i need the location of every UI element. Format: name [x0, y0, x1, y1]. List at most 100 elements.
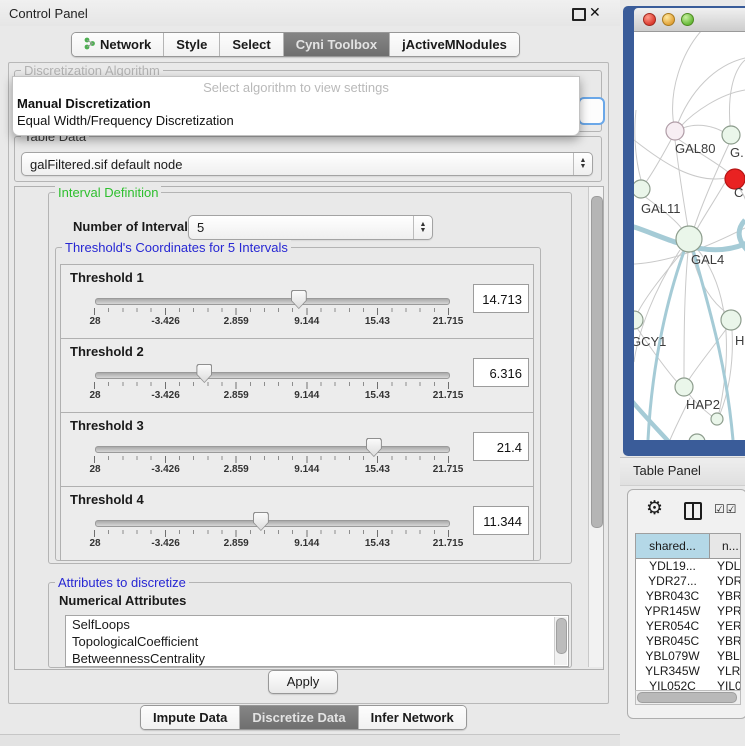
node-label: GAL4 [691, 252, 724, 267]
apply-button[interactable]: Apply [268, 670, 338, 694]
algorithm-dropdown-popup: Select algorithm to view settings Manual… [12, 76, 580, 136]
network-canvas[interactable]: GAL80 G. C GAL11 GAL4 GCY1 H HAP2 [634, 32, 745, 440]
network-node[interactable] [634, 180, 650, 198]
tab[interactable]: Cyni Toolbox [284, 33, 390, 56]
list-item[interactable]: SelfLoops [66, 616, 568, 633]
threshold-slider[interactable] [95, 298, 450, 305]
threshold-panel: Threshold 1 -3.4262.8599.14415.4321.7152… [60, 264, 534, 339]
gear-icon[interactable]: ⚙ [646, 497, 663, 520]
list-scrollbar-thumb[interactable] [556, 618, 567, 654]
table-panel-title: Table Panel [633, 463, 701, 478]
minimize-traffic-light-icon[interactable] [662, 13, 675, 26]
float-window-icon[interactable] [572, 8, 586, 21]
threshold-slider[interactable] [95, 446, 450, 453]
column-header-name[interactable]: n... [710, 534, 740, 558]
network-window-titlebar[interactable] [634, 8, 745, 32]
close-icon[interactable]: ✕ [589, 4, 601, 21]
table-row[interactable]: YDL19... YDL1 [636, 559, 740, 574]
split-columns-icon[interactable] [684, 502, 702, 520]
network-node[interactable] [675, 378, 693, 396]
network-node[interactable] [676, 226, 702, 252]
network-node[interactable] [689, 434, 705, 440]
threshold-value-field[interactable]: 11.344 [473, 506, 529, 535]
slider-thumb[interactable] [253, 512, 269, 531]
number-of-intervals-label: Number of Intervals [73, 219, 195, 234]
slider-scale-labels: -3.4262.8599.14415.4321.71528 [95, 316, 448, 328]
table-panel: ⚙ ☑☑ shared... n... YDL19... YDL1 YDR27.… [627, 489, 745, 719]
number-of-intervals-value: 5 [189, 220, 413, 235]
threshold-label: Threshold 2 [70, 344, 144, 359]
list-scrollbar[interactable] [554, 617, 567, 665]
table-data-group: Table Data galFiltered.sif default node … [14, 136, 602, 182]
close-traffic-light-icon[interactable] [643, 13, 656, 26]
threshold-coordinates-group: Threshold's Coordinates for 5 Intervals … [55, 247, 541, 561]
stepper-arrows-icon: ▲▼ [413, 216, 432, 239]
network-node[interactable] [634, 311, 643, 329]
control-panel-bottom-edge [0, 734, 620, 746]
tab[interactable]: Infer Network [359, 706, 466, 729]
algorithm-option[interactable]: Manual Discretization [13, 95, 579, 112]
table-header-row: shared... n... [636, 534, 740, 559]
tab[interactable]: Style [164, 33, 220, 56]
network-node[interactable] [666, 122, 684, 140]
slider-thumb[interactable] [366, 438, 382, 457]
network-node[interactable] [721, 310, 741, 330]
control-panel-title: Control Panel [9, 6, 88, 21]
table-row[interactable]: YBL079W YBL0 [636, 649, 740, 664]
tab[interactable]: Network [72, 33, 164, 56]
tab[interactable]: Impute Data [141, 706, 240, 729]
numerical-attributes-label: Numerical Attributes [59, 593, 186, 608]
slider-thumb[interactable] [291, 290, 307, 309]
threshold-slider[interactable] [95, 372, 450, 379]
table-row[interactable]: YBR045C YBR0 [636, 634, 740, 649]
threshold-value-field[interactable]: 21.4 [473, 432, 529, 461]
table-row[interactable]: YDR27... YDR2 [636, 574, 740, 589]
network-view-window[interactable]: GAL80 G. C GAL11 GAL4 GCY1 H HAP2 [623, 6, 745, 456]
node-label: GAL11 [641, 201, 681, 216]
horizontal-scrollbar[interactable] [635, 690, 741, 705]
node-label: GAL80 [675, 141, 715, 156]
column-header-shared-name[interactable]: shared... [636, 534, 710, 558]
threshold-coordinates-group-title: Threshold's Coordinates for 5 Intervals [62, 240, 291, 255]
network-node[interactable] [722, 126, 740, 144]
list-item[interactable]: BetweennessCentrality [66, 650, 568, 667]
slider-scale-labels: -3.4262.8599.14415.4321.71528 [95, 538, 448, 550]
tab[interactable]: Discretize Data [240, 706, 358, 729]
threshold-label: Threshold 1 [70, 270, 144, 285]
node-attribute-table[interactable]: shared... n... YDL19... YDL1 YDR27... YD… [635, 533, 741, 692]
table-row[interactable]: YPR145W YPR1 [636, 604, 740, 619]
algorithm-option[interactable]: Equal Width/Frequency Discretization [13, 112, 579, 129]
control-panel-titlebar: Control Panel ✕ [0, 0, 620, 26]
table-row[interactable]: YLR345W YLR3 [636, 664, 740, 679]
network-icon [84, 37, 95, 53]
table-data-combobox[interactable]: galFiltered.sif default node ▲▼ [21, 152, 593, 176]
slider-scale-labels: -3.4262.8599.14415.4321.71528 [95, 464, 448, 476]
select-columns-icon[interactable]: ☑☑ [714, 502, 738, 516]
network-node[interactable] [711, 413, 723, 425]
threshold-slider[interactable] [95, 520, 450, 527]
table-toolbar: ⚙ ☑☑ [628, 490, 745, 532]
table-row[interactable]: YBR043C YBR0 [636, 589, 740, 604]
algorithm-combobox[interactable] [578, 97, 605, 125]
numerical-attributes-list[interactable]: SelfLoopsTopologicalCoefficientBetweenne… [65, 615, 569, 667]
node-label: GCY1 [634, 334, 666, 349]
table-row[interactable]: YER054C YER0 [636, 619, 740, 634]
threshold-value-field[interactable]: 14.713 [473, 284, 529, 313]
table-panel-titlebar: Table Panel [620, 457, 745, 486]
zoom-traffic-light-icon[interactable] [681, 13, 694, 26]
vertical-scrollbar-thumb[interactable] [591, 196, 603, 528]
vertical-scrollbar[interactable] [588, 187, 603, 667]
threshold-label: Threshold 4 [70, 492, 144, 507]
tab[interactable]: Select [220, 33, 283, 56]
threshold-panel: Threshold 3 -3.4262.8599.14415.4321.7152… [60, 412, 534, 487]
horizontal-scrollbar-thumb[interactable] [637, 692, 737, 703]
number-of-intervals-combobox[interactable]: 5 ▲▼ [188, 215, 433, 240]
algorithm-dropdown-hint: Select algorithm to view settings [13, 80, 579, 95]
list-item[interactable]: TopologicalCoefficient [66, 633, 568, 650]
node-label: G. [730, 145, 744, 160]
tab[interactable]: jActiveMNodules [390, 33, 519, 56]
control-panel-tabs: NetworkStyleSelectCyni ToolboxjActiveMNo… [71, 32, 520, 57]
threshold-value-field[interactable]: 6.316 [473, 358, 529, 387]
attributes-group-title: Attributes to discretize [55, 575, 189, 590]
slider-thumb[interactable] [196, 364, 212, 383]
